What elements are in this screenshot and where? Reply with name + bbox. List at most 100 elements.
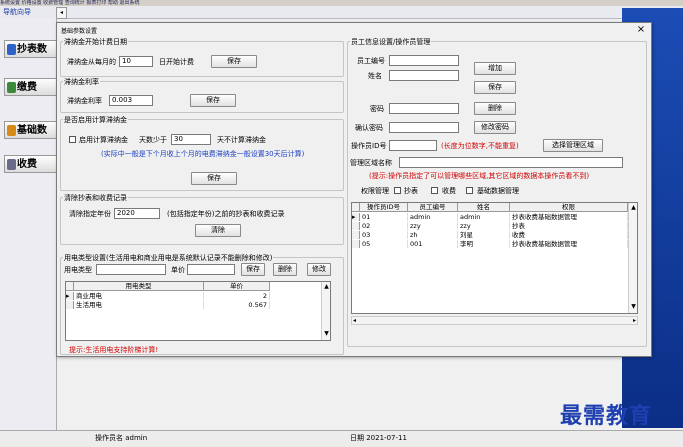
save-button[interactable]: 保存 [474,81,516,94]
scroll-down-icon[interactable]: ▼ [322,330,330,337]
rate-input[interactable]: 0.003 [109,95,153,106]
nav-label: 缴费 [17,82,37,93]
group-legend: 清除抄表和收费记录 [63,193,128,203]
table-cell[interactable]: 0.567 [204,301,270,309]
label: (包括指定年份)之前的抄表和收费记录 [167,210,285,218]
table-cell[interactable]: 2 [204,292,270,300]
table-cell[interactable]: 001 [408,240,458,248]
hint-text: (提示:操作员指定了可以管理哪些区域,其它区域的数据本操作员看不到) [369,172,590,180]
row-header-corner [352,203,360,212]
nav-meter-reading-button[interactable]: 抄表数 [4,40,60,58]
table-cell[interactable]: zzy [458,222,510,230]
scroll-up-icon[interactable]: ▲ [322,283,330,290]
vertical-scrollbar[interactable]: ▲ ▼ [628,203,637,313]
save-button[interactable]: 保存 [190,94,236,107]
table-cell[interactable]: 生活用电 [74,301,204,309]
watermark-logo: 最需教育 [560,403,653,429]
close-icon[interactable]: × [635,24,647,36]
table-cell[interactable]: 03 [360,231,408,239]
hint-text: (实际中一般是下个月收上个月的电费滞纳金一般设置30天后计算) [101,150,305,158]
label: 日开始计费 [159,58,194,66]
column-header[interactable]: 用电类型 [74,282,204,291]
label: 管理区域名称 [350,159,392,167]
scroll-down-icon[interactable]: ▼ [629,303,637,310]
column-header[interactable]: 姓名 [458,203,510,212]
delete-button[interactable]: 删除 [273,263,297,276]
base-params-dialog: 基础参数设置 × 滞纳金开始计费日期 滞纳金从每月的 10 日开始计费 保存 滞… [56,22,652,357]
table-cell[interactable]: 01 [360,213,408,221]
label: 姓名 [368,72,382,80]
table-cell[interactable]: 抄表收费基础数据管理 [510,240,628,248]
employee-id-input[interactable] [389,55,459,66]
vertical-scrollbar[interactable]: ▲ ▼ [321,282,330,340]
save-button[interactable]: 保存 [191,172,237,185]
label: 确认密码 [355,124,383,132]
confirm-password-input[interactable] [389,122,459,133]
horizontal-scrollbar[interactable]: ◂ ▸ [351,316,638,325]
row-header-corner [66,282,74,291]
enable-late-fee-checkbox[interactable] [69,136,76,143]
power-type-input[interactable] [96,264,166,275]
table-cell[interactable]: 收费 [510,231,628,239]
table-cell[interactable]: 05 [360,240,408,248]
area-name-input[interactable] [399,157,623,168]
year-input[interactable]: 2020 [114,208,160,219]
scroll-up-icon[interactable]: ▲ [629,204,637,211]
charge-icon [7,159,16,170]
table-cell[interactable]: 02 [360,222,408,230]
row-header [352,231,360,239]
table-cell[interactable]: zzy [408,222,458,230]
start-day-input[interactable]: 10 [119,56,153,67]
nav-base-data-button[interactable]: 基础数 [4,121,60,139]
row-header [66,301,74,309]
perm-base-data-checkbox[interactable] [466,187,473,194]
label: 滞纳金从每月的 [67,58,116,66]
save-button[interactable]: 保存 [241,263,265,276]
price-input[interactable] [187,264,235,275]
clear-button[interactable]: 清除 [195,224,241,237]
group-legend: 滞纳金开始计费日期 [63,37,128,47]
nav-charge-button[interactable]: 收费 [4,155,60,173]
password-input[interactable] [389,103,459,114]
scroll-right-icon[interactable]: ▸ [633,317,636,324]
group-legend: 是否启用计算滞纳金 [63,115,128,125]
label: 单价 [171,266,185,274]
column-header[interactable]: 员工编号 [408,203,458,212]
label: 权限管理 [361,187,389,195]
table-cell[interactable]: 抄表收费基础数据管理 [510,213,628,221]
column-header[interactable]: 单价 [204,282,270,291]
power-type-table[interactable]: 用电类型 单价 ▸ 商业用电 2 生活用电 0.567 ▲ ▼ [65,281,331,341]
add-button[interactable]: 增加 [474,62,516,75]
table-cell[interactable]: zh [408,231,458,239]
save-button[interactable]: 保存 [211,55,257,68]
label: 密码 [370,105,384,113]
perm-charge-checkbox[interactable] [431,187,438,194]
column-header[interactable]: 权限 [510,203,628,212]
modify-button[interactable]: 修改 [307,263,331,276]
table-cell[interactable]: admin [458,213,510,221]
table-cell[interactable]: 抄表 [510,222,628,230]
delete-button[interactable]: 删除 [474,102,516,115]
nav-title[interactable]: 导航向导 [3,7,31,17]
perm-meter-checkbox[interactable] [394,187,401,194]
table-cell[interactable]: 商业用电 [74,292,204,300]
collapse-nav-button[interactable]: ◂ [56,7,67,19]
status-date: 日期 2021-07-11 [350,434,407,442]
change-password-button[interactable]: 修改密码 [474,121,516,134]
table-cell[interactable]: 李明 [458,240,510,248]
nav-strip [0,6,683,19]
label: 滞纳金利率 [67,97,102,105]
table-cell[interactable]: 刘星 [458,231,510,239]
operator-id-input[interactable] [389,140,437,151]
current-row-icon: ▸ [66,292,74,300]
folder-icon [7,125,16,136]
nav-payment-button[interactable]: 缴费 [4,78,60,96]
name-input[interactable] [389,70,459,81]
column-header[interactable]: 操作员ID号 [360,203,408,212]
label: 天数少于 [139,136,167,144]
select-area-button[interactable]: 选择管理区域 [543,139,603,152]
scroll-left-icon[interactable]: ◂ [353,317,356,324]
days-input[interactable]: 30 [171,134,211,145]
operator-table[interactable]: 操作员ID号 员工编号 姓名 权限 ▸ 01 admin admin 抄表收费基… [351,202,638,314]
table-cell[interactable]: admin [408,213,458,221]
